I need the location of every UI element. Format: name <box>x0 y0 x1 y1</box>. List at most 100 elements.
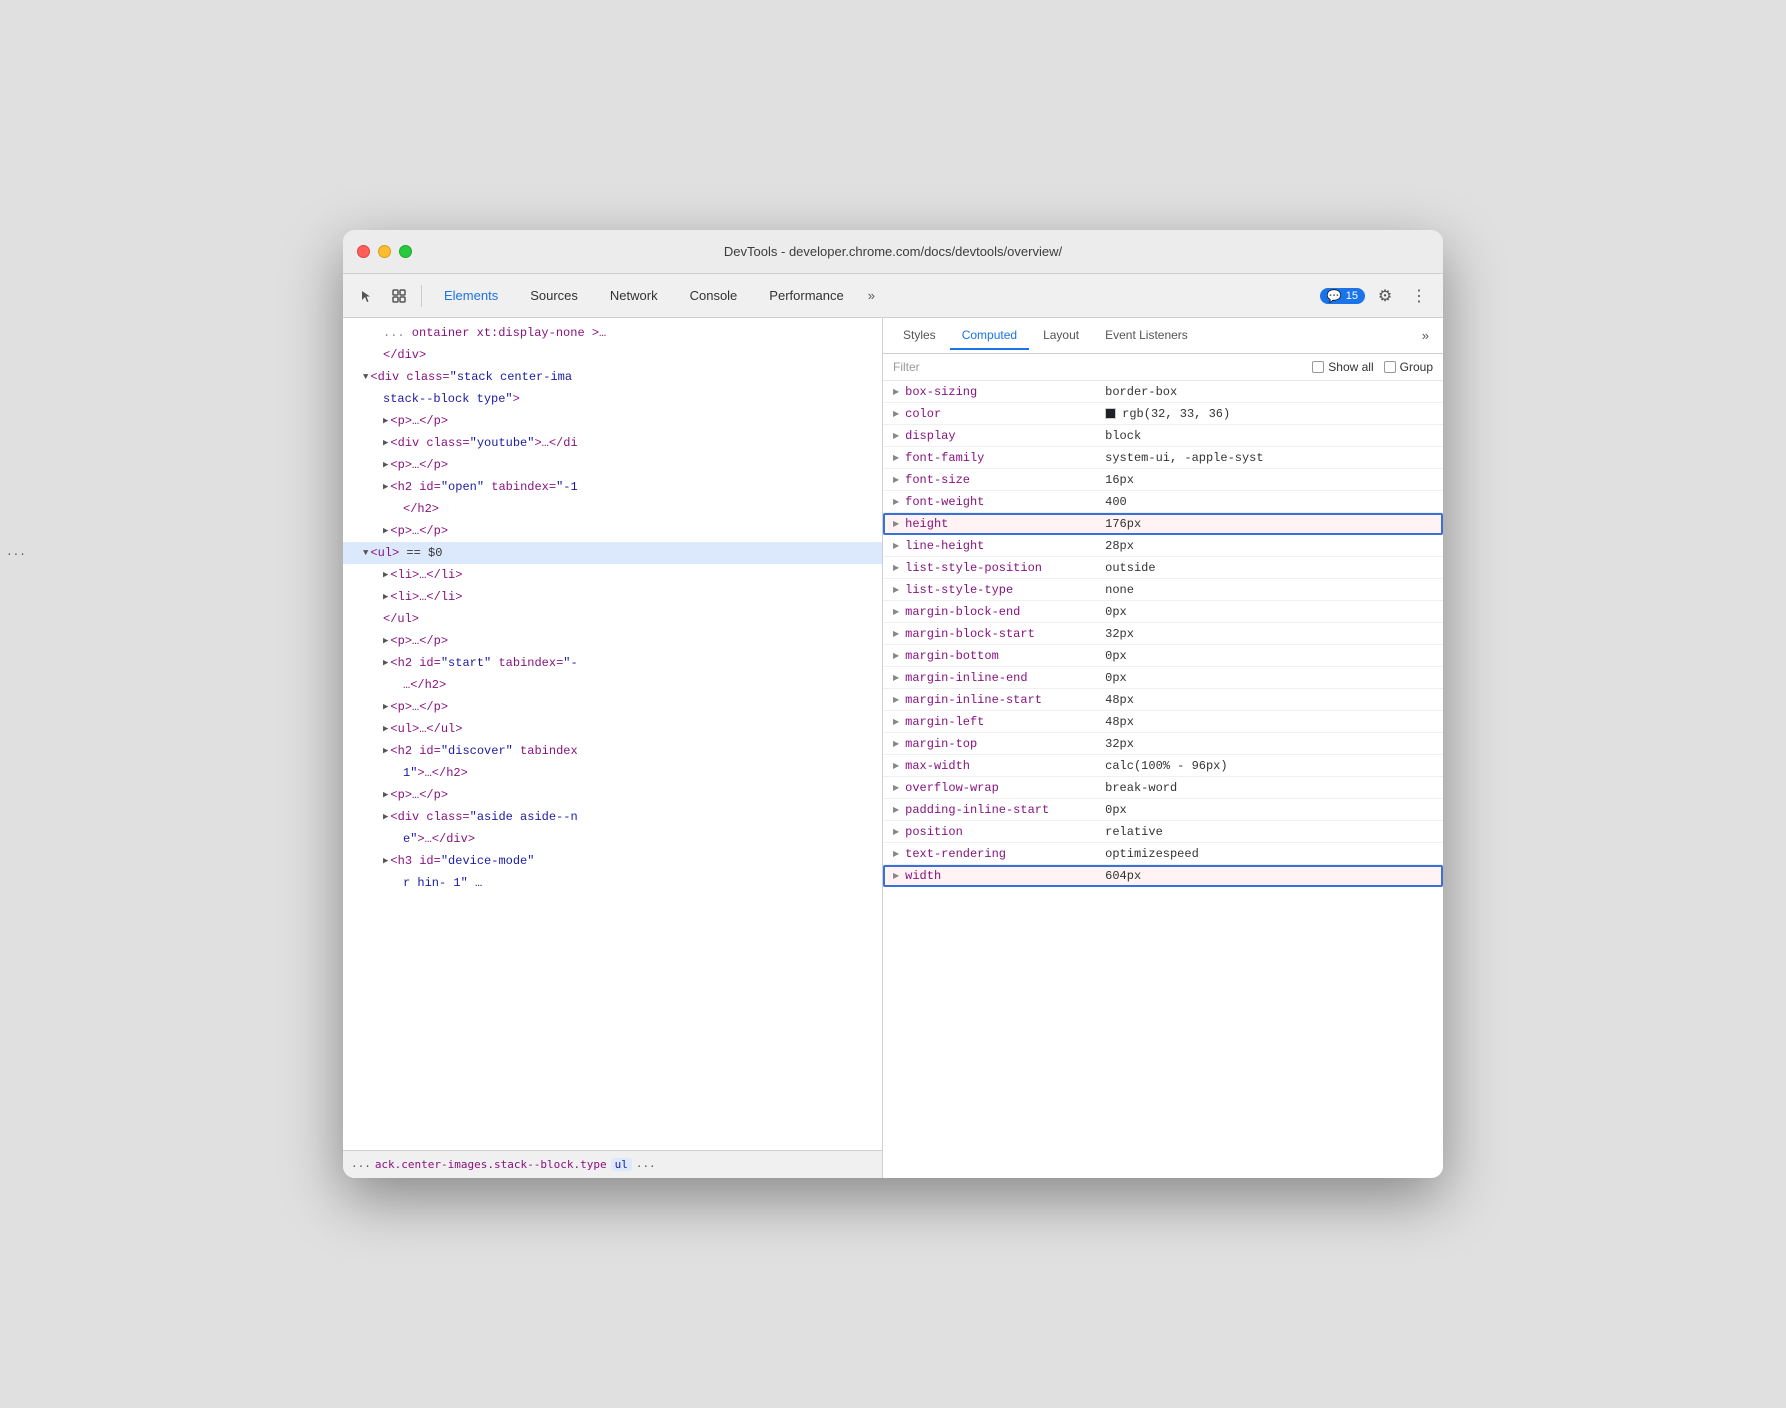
tree-arrow[interactable]: ▶ <box>383 456 388 474</box>
tree-arrow[interactable]: ▼ <box>363 544 368 562</box>
computed-expand-arrow[interactable]: ▶ <box>893 871 899 880</box>
computed-expand-arrow[interactable]: ▶ <box>893 497 899 506</box>
computed-property-row[interactable]: ▶max-widthcalc(100% - 96px) <box>883 755 1443 777</box>
tree-arrow[interactable]: ▶ <box>383 566 388 584</box>
computed-expand-arrow[interactable]: ▶ <box>893 431 899 440</box>
tab-computed[interactable]: Computed <box>950 322 1029 350</box>
tree-arrow[interactable]: ▶ <box>383 654 388 672</box>
property-name: line-height <box>905 539 1105 553</box>
settings-button[interactable]: ⚙ <box>1371 282 1399 310</box>
panel-tabs-more-button[interactable]: » <box>1416 324 1435 347</box>
tree-arrow[interactable]: ▶ <box>383 698 388 716</box>
tab-layout[interactable]: Layout <box>1031 322 1091 350</box>
computed-property-row[interactable]: ▶box-sizingborder-box <box>883 381 1443 403</box>
computed-expand-arrow[interactable]: ▶ <box>893 739 899 748</box>
tree-arrow[interactable]: ▶ <box>383 412 388 430</box>
property-value: outside <box>1105 561 1433 575</box>
tab-network[interactable]: Network <box>596 284 672 307</box>
tree-arrow[interactable]: ▶ <box>383 720 388 738</box>
filter-input[interactable] <box>893 360 1302 374</box>
computed-property-row[interactable]: ▶margin-inline-start48px <box>883 689 1443 711</box>
computed-property-row[interactable]: ▶width604px <box>883 865 1443 887</box>
cursor-icon[interactable] <box>353 282 381 310</box>
feedback-badge[interactable]: 💬 15 <box>1320 288 1365 304</box>
computed-expand-arrow[interactable]: ▶ <box>893 629 899 638</box>
computed-expand-arrow[interactable]: ▶ <box>893 783 899 792</box>
status-selector[interactable]: ack.center-images.stack--block.type <box>375 1158 607 1171</box>
status-dots-right: ... <box>636 1159 656 1171</box>
computed-expand-arrow[interactable]: ▶ <box>893 695 899 704</box>
inspect-icon[interactable] <box>385 282 413 310</box>
show-all-option[interactable]: Show all <box>1312 360 1373 374</box>
computed-expand-arrow[interactable]: ▶ <box>893 673 899 682</box>
computed-property-row[interactable]: ▶font-familysystem-ui, -apple-syst <box>883 447 1443 469</box>
tab-event-listeners[interactable]: Event Listeners <box>1093 322 1200 350</box>
tab-console[interactable]: Console <box>676 284 752 307</box>
close-button[interactable] <box>357 245 370 258</box>
computed-expand-arrow[interactable]: ▶ <box>893 519 899 528</box>
tree-arrow[interactable]: ▼ <box>363 368 368 386</box>
computed-property-row[interactable]: ▶list-style-positionoutside <box>883 557 1443 579</box>
property-name: margin-block-start <box>905 627 1105 641</box>
computed-property-row[interactable]: ▶line-height28px <box>883 535 1443 557</box>
show-all-checkbox[interactable] <box>1312 361 1324 373</box>
group-option[interactable]: Group <box>1384 360 1433 374</box>
computed-expand-arrow[interactable]: ▶ <box>893 475 899 484</box>
computed-expand-arrow[interactable]: ▶ <box>893 805 899 814</box>
computed-expand-arrow[interactable]: ▶ <box>893 827 899 836</box>
computed-expand-arrow[interactable]: ▶ <box>893 607 899 616</box>
color-swatch[interactable] <box>1105 408 1116 419</box>
computed-expand-arrow[interactable]: ▶ <box>893 453 899 462</box>
tab-elements[interactable]: Elements <box>430 284 512 307</box>
computed-property-row[interactable]: ▶colorrgb(32, 33, 36) <box>883 403 1443 425</box>
computed-expand-arrow[interactable]: ▶ <box>893 563 899 572</box>
computed-expand-arrow[interactable]: ▶ <box>893 585 899 594</box>
computed-property-row[interactable]: ▶height176px <box>883 513 1443 535</box>
tree-arrow[interactable]: ▶ <box>383 588 388 606</box>
elements-tree[interactable]: ... ontainer xt:display-none >… </div> ▼… <box>343 318 882 1150</box>
computed-property-row[interactable]: ▶list-style-typenone <box>883 579 1443 601</box>
computed-expand-arrow[interactable]: ▶ <box>893 761 899 770</box>
tree-arrow[interactable]: ▶ <box>383 742 388 760</box>
tree-arrow[interactable]: ▶ <box>383 786 388 804</box>
maximize-button[interactable] <box>399 245 412 258</box>
tree-arrow[interactable]: ▶ <box>383 852 388 870</box>
elements-panel: ... ontainer xt:display-none >… </div> ▼… <box>343 318 883 1178</box>
computed-expand-arrow[interactable]: ▶ <box>893 849 899 858</box>
toolbar-more-button[interactable]: » <box>862 284 881 307</box>
group-checkbox[interactable] <box>1384 361 1396 373</box>
computed-property-row[interactable]: ▶margin-top32px <box>883 733 1443 755</box>
tab-performance[interactable]: Performance <box>755 284 857 307</box>
computed-property-row[interactable]: ▶padding-inline-start0px <box>883 799 1443 821</box>
tree-arrow[interactable]: ▶ <box>383 478 388 496</box>
tree-line: ▶ <p>…</p> <box>343 410 882 432</box>
computed-property-row[interactable]: ▶margin-block-end0px <box>883 601 1443 623</box>
tree-arrow[interactable]: ▶ <box>383 632 388 650</box>
computed-property-row[interactable]: ▶displayblock <box>883 425 1443 447</box>
computed-property-row[interactable]: ▶margin-left48px <box>883 711 1443 733</box>
menu-button[interactable]: ⋮ <box>1405 282 1433 310</box>
tree-arrow[interactable]: ▶ <box>383 808 388 826</box>
computed-expand-arrow[interactable]: ▶ <box>893 387 899 396</box>
tree-line-selected[interactable]: ... ▼ <ul> == $0 <box>343 542 882 564</box>
tree-arrow[interactable]: ▶ <box>383 522 388 540</box>
computed-property-row[interactable]: ▶margin-bottom0px <box>883 645 1443 667</box>
tab-sources[interactable]: Sources <box>516 284 592 307</box>
computed-expand-arrow[interactable]: ▶ <box>893 651 899 660</box>
tab-styles[interactable]: Styles <box>891 322 948 350</box>
computed-property-row[interactable]: ▶text-renderingoptimizespeed <box>883 843 1443 865</box>
computed-property-row[interactable]: ▶positionrelative <box>883 821 1443 843</box>
computed-property-row[interactable]: ▶margin-inline-end0px <box>883 667 1443 689</box>
minimize-button[interactable] <box>378 245 391 258</box>
computed-expand-arrow[interactable]: ▶ <box>893 541 899 550</box>
tree-arrow[interactable]: ▶ <box>383 434 388 452</box>
computed-expand-arrow[interactable]: ▶ <box>893 409 899 418</box>
property-name: color <box>905 407 1105 421</box>
computed-property-row[interactable]: ▶font-weight400 <box>883 491 1443 513</box>
computed-property-row[interactable]: ▶overflow-wrapbreak-word <box>883 777 1443 799</box>
computed-property-row[interactable]: ▶font-size16px <box>883 469 1443 491</box>
computed-property-row[interactable]: ▶margin-block-start32px <box>883 623 1443 645</box>
status-element[interactable]: ul <box>611 1158 632 1171</box>
computed-expand-arrow[interactable]: ▶ <box>893 717 899 726</box>
tree-line: </div> <box>343 344 882 366</box>
